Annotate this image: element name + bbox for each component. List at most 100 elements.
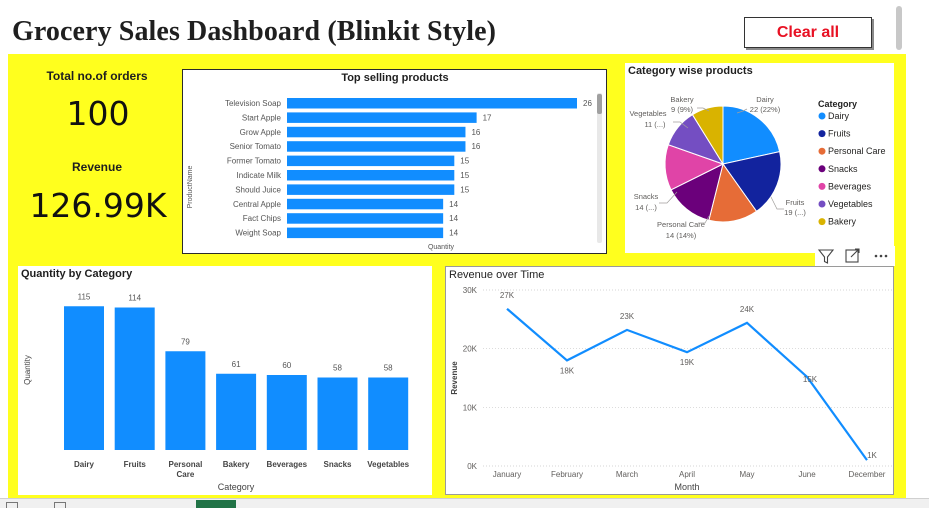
category-tick-label: Television Soap [225,99,282,108]
data-label: 1K [867,451,877,460]
bar [317,377,358,450]
pie-label-vegetables: Vegetables [629,109,666,118]
y-tick-label: 20K [463,345,478,354]
category-pie-card[interactable]: Category wise products Dairy 22 (22%) Fruit… [625,63,894,253]
pie-value-vegetables: 11 (...) [644,120,666,129]
legend-title: Category [818,99,857,109]
revenue-kpi-value: 126.99K [29,186,167,225]
data-label: 114 [128,294,141,303]
revenue-over-time-card[interactable]: Revenue over Time Revenue Month 0K 10K 20K 30K… [445,266,894,495]
legend-entry: Fruits [828,129,851,139]
filter-icon[interactable] [817,249,835,264]
y-tick-label: 0K [467,462,477,471]
data-label: 24K [740,305,755,314]
orders-kpi-label: Total no.of orders [46,69,148,83]
x-tick-label: December [849,470,886,479]
x-axis-label: Category [218,482,255,492]
legend-marker [818,147,826,155]
legend-entry: Bakery [828,217,857,227]
x-tick-label: June [798,470,816,479]
category-tick-label: Care [177,470,195,479]
scroll-thumb [597,94,602,114]
orders-kpi-value: 100 [66,94,130,133]
legend-marker [818,218,826,226]
bar [287,98,577,109]
pie-label-bakery: Bakery [670,95,694,104]
bar [287,112,477,123]
y-tick-label: 10K [463,403,478,412]
bar [165,351,206,450]
bar [287,126,466,138]
data-label: 16 [471,142,480,151]
x-tick-label: February [551,470,583,479]
bar [64,306,104,450]
legend-marker [818,200,826,208]
page-nav-icon[interactable] [6,502,18,508]
data-label: 115 [78,292,91,301]
data-label: 58 [384,364,393,373]
category-tick-label: Grow Apple [240,128,282,137]
bar [287,198,444,210]
category-tick-label: Indicate Milk [237,171,282,180]
page-title: Grocery Sales Dashboard (Blinkit Style) [12,16,497,47]
data-label: 17 [483,113,492,122]
x-axis-label: Quantity [428,244,455,251]
bar [287,213,444,224]
category-tick-label: Fruits [124,460,147,469]
category-tick-label: Beverages [267,460,308,469]
pie-value-snacks: 14 (...) [635,203,657,212]
bar [287,227,444,239]
x-tick-label: April [679,470,695,479]
clear-all-button[interactable]: Clear all [744,17,872,48]
y-axis-label: ProductName [187,165,194,208]
legend-marker [818,130,826,138]
chart-title: Top selling products [341,72,448,84]
page-tab-icon[interactable] [54,502,66,508]
active-page-tab[interactable] [196,500,236,508]
data-label: 61 [232,360,241,369]
category-tick-label: Personal [169,460,203,469]
data-label: 15 [460,185,469,194]
vertical-scrollbar[interactable] [896,6,902,50]
category-tick-label: Start Apple [242,113,282,122]
bar [287,141,466,152]
scroll-track [597,93,602,243]
pie-label-snacks: Snacks [634,192,659,201]
data-label: 14 [449,200,458,209]
legend-entry: Dairy [828,111,850,121]
category-tick-label: Weight Soap [235,229,281,238]
data-label: 14 [449,229,458,238]
x-axis-label: Month [674,482,699,492]
category-pie-chart: Category wise productsDairy22 (22%)Fruit… [628,65,886,240]
status-bar [0,498,929,508]
legend-entry: Vegetables [828,199,873,209]
data-label: 15 [460,171,469,180]
data-label: 15K [803,375,818,384]
legend-marker [818,165,826,173]
visual-header-toolbar [815,246,895,266]
data-label: 14 [449,214,458,223]
category-tick-label: Snacks [323,460,352,469]
data-label: 27K [500,291,515,300]
quantity-by-category-card[interactable]: Quantity by Category Quantity Category 115 D… [18,266,432,495]
category-tick-label: Dairy [74,460,95,469]
focus-mode-icon[interactable] [845,248,860,263]
category-tick-label: Central Apple [233,200,282,209]
pie-label-fruits: Fruits [786,198,805,207]
chart-title: Category wise products [628,65,753,77]
data-label: 15 [460,157,469,166]
pie-value-dairy: 22 (22%) [750,105,781,114]
bar [287,184,455,195]
top-products-chart: Top selling products ProductName Quantity T… [187,72,602,251]
category-tick-label: Former Tomato [227,157,282,166]
data-label: 23K [620,312,635,321]
more-options-icon[interactable] [874,254,888,258]
leader-line [770,196,784,210]
pie-value-bakery: 9 (9%) [671,105,694,114]
top-products-card[interactable]: Top selling products ProductName Quantity T… [182,69,607,254]
legend-marker [818,112,826,120]
bar [287,170,455,181]
bar [114,307,155,450]
y-axis-label: Quantity [23,355,32,385]
pie-label-dairy: Dairy [756,95,774,104]
